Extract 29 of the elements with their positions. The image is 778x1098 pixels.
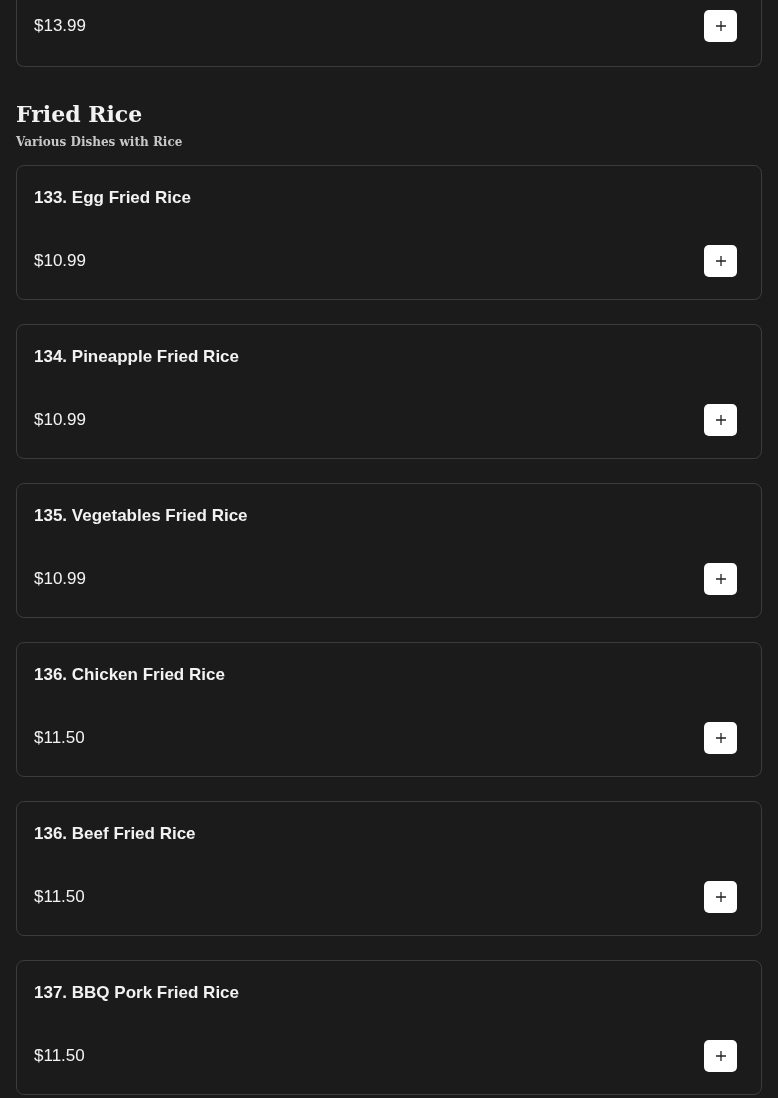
- plus-icon: [715, 1051, 726, 1061]
- item-price: $11.50: [34, 1046, 85, 1066]
- item-name: 137. BBQ Pork Fried Rice: [34, 983, 241, 1003]
- section-title: Fried Rice: [16, 103, 143, 125]
- plus-icon: [715, 21, 726, 31]
- add-button[interactable]: [704, 563, 737, 595]
- item-price: $10.99: [34, 410, 86, 430]
- item-name: 133. Egg Fried Rice: [34, 188, 192, 208]
- item-price: $11.50: [34, 887, 85, 907]
- add-button[interactable]: [704, 245, 737, 277]
- plus-icon: [715, 892, 726, 902]
- plus-icon: [715, 574, 726, 584]
- plus-icon: [715, 415, 726, 425]
- add-button[interactable]: [704, 10, 737, 42]
- item-name: 136. Beef Fried Rice: [34, 824, 197, 844]
- section-subtitle: Various Dishes with Rice: [16, 135, 183, 149]
- plus-icon: [715, 733, 726, 743]
- add-button[interactable]: [704, 404, 737, 436]
- add-button[interactable]: [704, 722, 737, 754]
- item-price: $11.50: [34, 728, 85, 748]
- item-name: 135. Vegetables Fried Rice: [34, 506, 249, 526]
- plus-icon: [715, 256, 726, 266]
- item-name: 134. Pineapple Fried Rice: [34, 347, 241, 367]
- item-price: $13.99: [34, 16, 86, 36]
- add-button[interactable]: [704, 1040, 737, 1072]
- add-button[interactable]: [704, 881, 737, 913]
- item-price: $10.99: [34, 251, 86, 271]
- item-name: 136. Chicken Fried Rice: [34, 665, 226, 685]
- item-price: $10.99: [34, 569, 86, 589]
